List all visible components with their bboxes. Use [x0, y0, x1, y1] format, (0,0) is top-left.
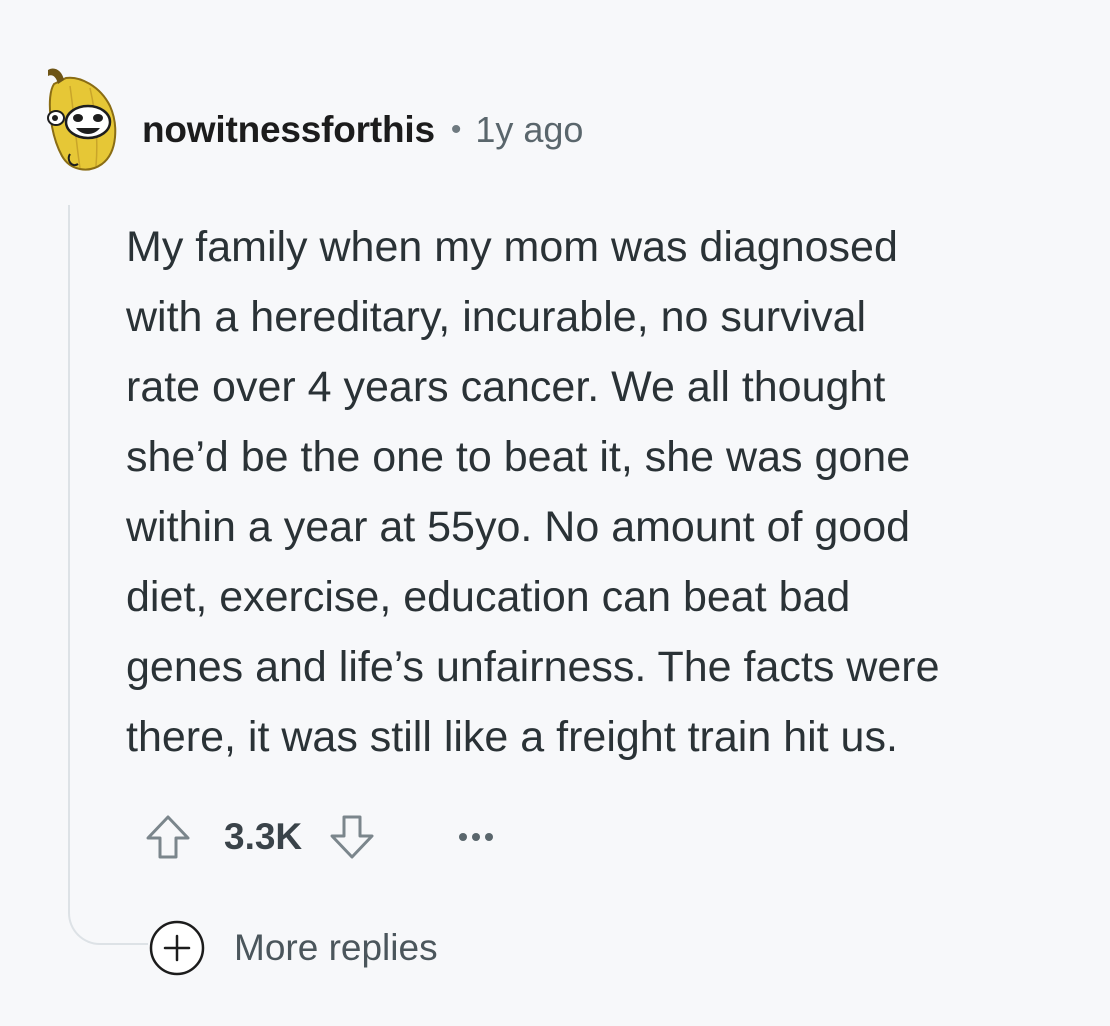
- vote-score: 3.3K: [224, 816, 303, 857]
- username-link[interactable]: nowitnessforthis: [142, 109, 435, 151]
- body-line: rate over 4 years cancer. We all thought: [126, 363, 886, 411]
- body-line: with a hereditary, incurable, no surviva…: [126, 293, 867, 341]
- more-replies-button[interactable]: More replies: [148, 920, 444, 976]
- comment-body: My family when my mom was diagnosed with…: [126, 212, 1101, 772]
- avatar[interactable]: [40, 64, 120, 176]
- downvote-button[interactable]: [324, 809, 380, 865]
- body-line: My family when my mom was diagnosed: [126, 223, 898, 271]
- more-options-icon: [459, 833, 494, 841]
- plus-circle-icon: [148, 919, 206, 977]
- body-line: there, it was still like a freight train…: [126, 713, 898, 761]
- separator-dot: •: [450, 113, 462, 146]
- body-line: she’d be the one to beat it, she was gon…: [126, 433, 911, 481]
- comment: nowitnessforthis • 1y ago My family when…: [0, 0, 1110, 1026]
- body-line: diet, exercise, education can beat bad: [126, 573, 851, 621]
- banana-snoo-avatar-icon: [47, 68, 117, 171]
- comment-header: nowitnessforthis • 1y ago: [142, 108, 583, 152]
- more-replies-label: More replies: [234, 927, 438, 968]
- downvote-arrow-icon: [330, 815, 374, 859]
- body-line: genes and life’s unfairness. The facts w…: [126, 643, 940, 691]
- more-options-button[interactable]: [446, 809, 506, 865]
- comment-actions: 3.3K: [140, 808, 506, 866]
- body-line: within a year at 55yo. No amount of good: [126, 503, 911, 551]
- upvote-arrow-icon: [146, 815, 190, 859]
- upvote-button[interactable]: [140, 809, 196, 865]
- timestamp[interactable]: 1y ago: [475, 109, 583, 151]
